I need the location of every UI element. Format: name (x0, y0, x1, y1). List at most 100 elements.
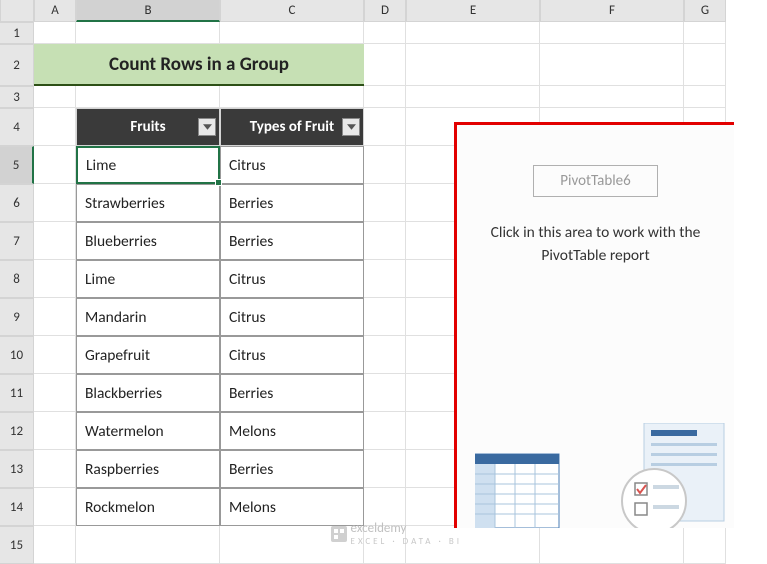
cell-D13[interactable] (364, 450, 406, 488)
cell-B5-active[interactable]: Lime (76, 146, 220, 184)
cell-D1[interactable] (364, 22, 406, 44)
cell-B15[interactable] (76, 526, 220, 564)
page-title: Count Rows in a Group (34, 44, 364, 86)
cell-C1[interactable] (220, 22, 364, 44)
fill-handle[interactable] (215, 179, 222, 186)
cell-E3[interactable] (406, 86, 540, 108)
cell-F15[interactable] (540, 526, 684, 564)
row-head-12[interactable]: 12 (0, 412, 34, 450)
header-label-types: Types of Fruit (250, 118, 334, 136)
cell-E2[interactable] (364, 44, 406, 86)
cell-F2[interactable] (406, 44, 540, 86)
cell-C8[interactable]: Citrus (220, 260, 364, 298)
row-head-3[interactable]: 3 (0, 86, 34, 108)
cell-D9[interactable] (364, 298, 406, 336)
cell-A10[interactable] (34, 336, 76, 374)
row-head-2[interactable]: 2 (0, 44, 34, 86)
cell-A9[interactable] (34, 298, 76, 336)
cell-A5[interactable] (34, 146, 76, 184)
cell-D4[interactable] (364, 108, 406, 146)
cell-A12[interactable] (34, 412, 76, 450)
row-head-9[interactable]: 9 (0, 298, 34, 336)
cell-B8[interactable]: Lime (76, 260, 220, 298)
row-head-5[interactable]: 5 (0, 146, 34, 184)
cell-C11[interactable]: Berries (220, 374, 364, 412)
row-head-15[interactable]: 15 (0, 526, 34, 564)
cell-C10[interactable]: Citrus (220, 336, 364, 374)
cell-A6[interactable] (34, 184, 76, 222)
col-head-A[interactable]: A (34, 0, 76, 22)
row-head-13[interactable]: 13 (0, 450, 34, 488)
cell-D5[interactable] (364, 146, 406, 184)
row-head-6[interactable]: 6 (0, 184, 34, 222)
col-head-D[interactable]: D (364, 0, 406, 22)
row-head-11[interactable]: 11 (0, 374, 34, 412)
cell-D11[interactable] (364, 374, 406, 412)
select-all-corner[interactable] (0, 0, 34, 22)
cell-C6[interactable]: Berries (220, 184, 364, 222)
row-head-1[interactable]: 1 (0, 22, 34, 44)
col-head-B[interactable]: B (76, 0, 220, 22)
cell-B12[interactable]: Watermelon (76, 412, 220, 450)
row-head-8[interactable]: 8 (0, 260, 34, 298)
cell-B7[interactable]: Blueberries (76, 222, 220, 260)
cell-B9[interactable]: Mandarin (76, 298, 220, 336)
row-head-14[interactable]: 14 (0, 488, 34, 526)
pivot-table-name: PivotTable6 (533, 165, 657, 197)
col-head-F[interactable]: F (540, 0, 684, 22)
cell-A11[interactable] (34, 374, 76, 412)
cell-A15[interactable] (34, 526, 76, 564)
cell-B14[interactable]: Rockmelon (76, 488, 220, 526)
row-head-4[interactable]: 4 (0, 108, 34, 146)
cell-C5[interactable]: Citrus (220, 146, 364, 184)
row-head-10[interactable]: 10 (0, 336, 34, 374)
filter-dropdown-types[interactable] (342, 118, 360, 136)
cell-H2[interactable] (684, 44, 726, 86)
table-header-types[interactable]: Types of Fruit (220, 108, 364, 146)
cell-D3[interactable] (364, 86, 406, 108)
col-head-C[interactable]: C (220, 0, 364, 22)
cell-C7[interactable]: Berries (220, 222, 364, 260)
header-label-fruits: Fruits (130, 118, 165, 136)
cell-C3[interactable] (220, 86, 364, 108)
cell-B1[interactable] (76, 22, 220, 44)
cell-B3[interactable] (76, 86, 220, 108)
logo-icon (331, 526, 347, 542)
cell-C13[interactable]: Berries (220, 450, 364, 488)
pivot-table-placeholder[interactable]: PivotTable6 Click in this area to work w… (454, 122, 734, 528)
cell-B11[interactable]: Blackberries (76, 374, 220, 412)
cell-A3[interactable] (34, 86, 76, 108)
cell-F3[interactable] (540, 86, 684, 108)
cell-G1[interactable] (684, 22, 726, 44)
cell-C12[interactable]: Melons (220, 412, 364, 450)
pivot-message: Click in this area to work with the Pivo… (475, 221, 716, 268)
watermark-sub: EXCEL · DATA · BI (351, 536, 462, 547)
cell-D10[interactable] (364, 336, 406, 374)
cell-A1[interactable] (34, 22, 76, 44)
cell-B13[interactable]: Raspberries (76, 450, 220, 488)
cell-D7[interactable] (364, 222, 406, 260)
cell-A7[interactable] (34, 222, 76, 260)
cell-D12[interactable] (364, 412, 406, 450)
cell-A14[interactable] (34, 488, 76, 526)
cell-D8[interactable] (364, 260, 406, 298)
cell-D6[interactable] (364, 184, 406, 222)
col-head-E[interactable]: E (406, 0, 540, 22)
table-header-fruits[interactable]: Fruits (76, 108, 220, 146)
cell-A8[interactable] (34, 260, 76, 298)
cell-E1[interactable] (406, 22, 540, 44)
cell-A13[interactable] (34, 450, 76, 488)
cell-B6[interactable]: Strawberries (76, 184, 220, 222)
cell-A4[interactable] (34, 108, 76, 146)
cell-G2[interactable] (540, 44, 684, 86)
row-head-7[interactable]: 7 (0, 222, 34, 260)
cell-B10[interactable]: Grapefruit (76, 336, 220, 374)
watermark: exceldemy EXCEL · DATA · BI (331, 521, 462, 547)
cell-F1[interactable] (540, 22, 684, 44)
filter-dropdown-fruits[interactable] (198, 118, 216, 136)
col-head-G[interactable]: G (684, 0, 726, 22)
cell-G15[interactable] (684, 526, 726, 564)
cell-C9[interactable]: Citrus (220, 298, 364, 336)
cell-G3[interactable] (684, 86, 726, 108)
pivot-graphics (475, 418, 734, 528)
